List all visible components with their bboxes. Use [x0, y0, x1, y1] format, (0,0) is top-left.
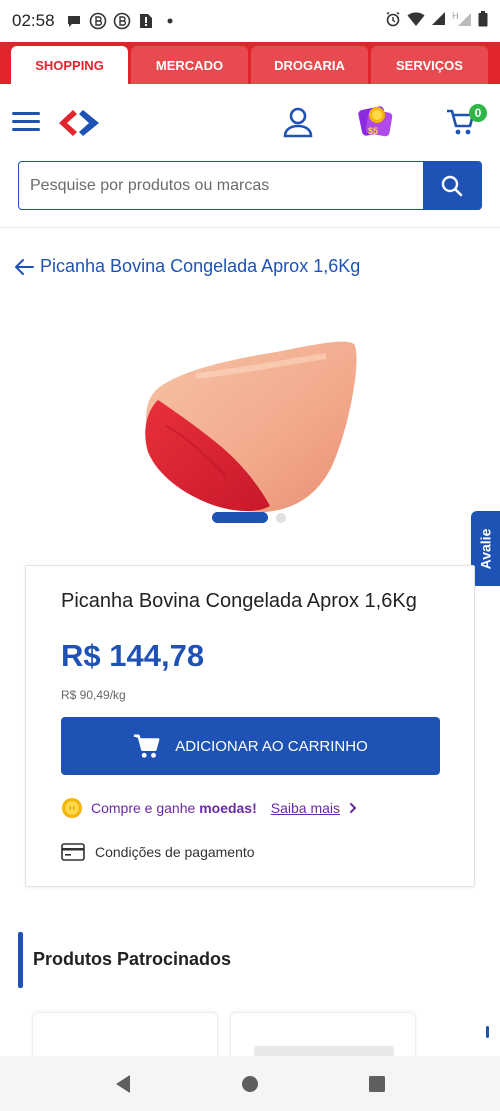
search-bar	[18, 161, 482, 210]
header-divider	[0, 227, 500, 228]
sponsored-product-card[interactable]	[32, 1012, 218, 1056]
user-account-icon[interactable]	[282, 106, 314, 143]
status-time: 02:58	[12, 11, 55, 30]
credit-card-icon	[61, 843, 85, 861]
coins-wallet-icon[interactable]: $5	[357, 102, 395, 145]
product-name: Picanha Bovina Congelada Aprox 1,6Kg	[61, 590, 417, 612]
add-to-cart-button[interactable]: ADICIONAR AO CARRINHO	[61, 717, 440, 775]
b-circle-icon	[89, 12, 107, 30]
status-indicators: H	[385, 10, 488, 32]
tab-shopping[interactable]: SHOPPING	[11, 46, 128, 84]
alarm-icon	[385, 11, 401, 32]
search-icon	[441, 175, 463, 196]
svg-text:H: H	[452, 11, 459, 21]
product-price: R$ 144,78	[61, 638, 205, 673]
chat-bubble-icon	[65, 12, 83, 30]
tab-drogaria[interactable]: DROGARIA	[251, 46, 368, 84]
coins-text: Compre e ganhe moedas!	[91, 800, 257, 816]
system-nav-bar	[0, 1056, 500, 1111]
cart-count-badge: 0	[469, 104, 487, 122]
carousel-arrow-hint	[486, 1026, 489, 1038]
signal-h-icon: H	[452, 11, 472, 32]
saiba-mais-link[interactable]: Saiba mais	[271, 800, 340, 816]
battery-icon	[478, 10, 488, 32]
add-to-cart-label: ADICIONAR AO CARRINHO	[175, 737, 368, 755]
coin-icon	[62, 798, 82, 818]
sponsored-title: Produtos Patrocinados	[33, 949, 232, 969]
menu-icon[interactable]	[12, 112, 40, 132]
coins-promo: Compre e ganhe moedas! Saiba mais	[61, 797, 358, 819]
back-link-label: Picanha Bovina Congelada Aprox 1,6Kg	[40, 256, 361, 276]
signal-icon	[431, 11, 446, 31]
avalie-feedback-tab[interactable]: Avalie	[471, 511, 500, 586]
tab-servicos[interactable]: SERVIÇOS	[371, 46, 488, 84]
arrow-left-icon	[15, 258, 34, 275]
cart-icon	[134, 734, 160, 758]
image-carousel-indicator	[212, 512, 286, 523]
sponsored-accent-bar	[18, 932, 23, 988]
svg-text:$5: $5	[368, 126, 378, 136]
chevron-right-icon[interactable]	[348, 802, 358, 814]
tab-mercado[interactable]: MERCADO	[131, 46, 248, 84]
home-nav-icon[interactable]	[241, 1075, 259, 1093]
app-header: $5	[0, 84, 500, 160]
carousel-dot[interactable]	[276, 512, 286, 523]
unit-price: R$ 90,49/kg	[61, 688, 126, 702]
status-bar: 02:58 H	[0, 0, 500, 42]
payment-conditions-label: Condições de pagamento	[95, 844, 255, 860]
avalie-label: Avalie	[477, 528, 494, 569]
search-button[interactable]	[423, 162, 481, 209]
payment-conditions[interactable]: Condições de pagamento	[61, 842, 255, 862]
dot-icon	[161, 12, 179, 30]
top-tabs: SHOPPING MERCADO DROGARIA SERVIÇOS	[0, 42, 500, 84]
search-input[interactable]	[19, 162, 423, 209]
sponsored-product-image	[254, 1046, 394, 1056]
back-nav-icon[interactable]	[114, 1074, 132, 1094]
alert-file-icon	[137, 12, 155, 30]
recents-nav-icon[interactable]	[368, 1075, 386, 1093]
product-info-card: Picanha Bovina Congelada Aprox 1,6Kg R$ …	[25, 565, 475, 887]
product-image[interactable]	[136, 316, 368, 542]
coins-text-bold: moedas!	[199, 800, 257, 816]
back-link[interactable]: Picanha Bovina Congelada Aprox 1,6Kg	[14, 256, 360, 277]
wifi-icon	[407, 11, 425, 32]
carrefour-logo[interactable]	[56, 108, 102, 143]
carousel-dot-active[interactable]	[212, 512, 268, 523]
b-circle-icon-2	[113, 12, 131, 30]
